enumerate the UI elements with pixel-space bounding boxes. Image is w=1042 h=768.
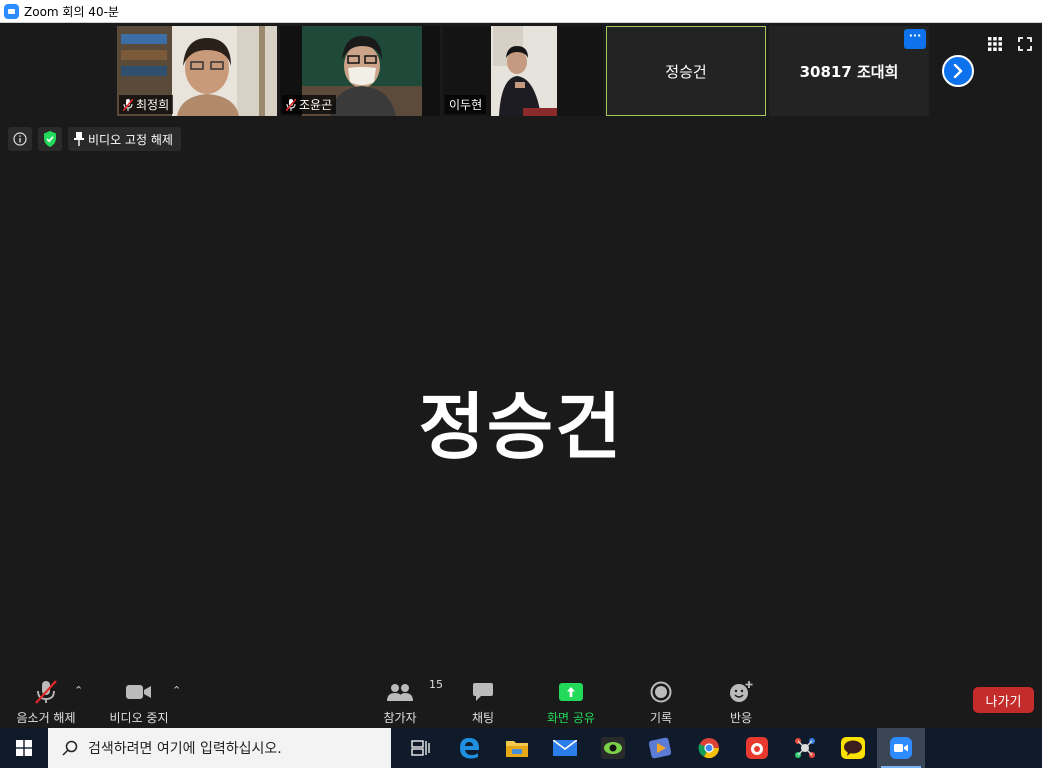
- taskbar-zoom[interactable]: [877, 728, 925, 768]
- smiley-plus-icon: [730, 681, 753, 702]
- windows-logo-icon: [16, 740, 32, 756]
- shield-check-icon: [44, 131, 56, 147]
- task-view-icon: [411, 740, 430, 756]
- taskbar-chrome[interactable]: [685, 728, 733, 768]
- taskbar-app-red[interactable]: [733, 728, 781, 768]
- next-page-button[interactable]: [942, 55, 974, 87]
- taskbar-kakaotalk[interactable]: [829, 728, 877, 768]
- more-options-button[interactable]: ···: [904, 29, 926, 49]
- meeting-toolbar: 음소거 해제 ⌃ 비디오 중지 ⌃ 15 참가자 채팅 화면 공유 기록 반응 …: [0, 674, 1042, 728]
- taskbar-mail[interactable]: [541, 728, 589, 768]
- recorder-app-icon: [746, 737, 768, 759]
- taskbar-file-explorer[interactable]: [493, 728, 541, 768]
- unmute-button[interactable]: 음소거 해제: [10, 674, 82, 728]
- mail-icon: [553, 740, 577, 756]
- muted-mic-icon: [123, 98, 133, 111]
- chat-button[interactable]: 채팅: [455, 674, 511, 728]
- zoom-app-icon: [4, 3, 19, 19]
- view-controls: [988, 37, 1032, 51]
- participant-tile[interactable]: 30817 조대희 ···: [769, 26, 929, 116]
- search-icon: [62, 740, 78, 756]
- active-speaker-name: 정승건: [418, 385, 624, 469]
- meeting-info-button[interactable]: [8, 127, 32, 151]
- record-button[interactable]: 기록: [633, 674, 689, 728]
- encryption-button[interactable]: [38, 127, 62, 151]
- chat-icon: [473, 683, 493, 701]
- participant-name: 30817 조대희: [799, 62, 899, 81]
- participant-tile-active[interactable]: 정승건: [606, 26, 766, 116]
- taskbar-app-video[interactable]: [637, 728, 685, 768]
- video-options-chevron-up-icon[interactable]: ⌃: [172, 684, 181, 697]
- muted-mic-icon: [286, 98, 296, 111]
- participant-name-label: 조윤곤: [282, 95, 337, 114]
- stop-video-button[interactable]: 비디오 중지: [104, 674, 174, 728]
- eye-app-icon: [601, 737, 625, 759]
- zoom-app-icon: [890, 737, 912, 759]
- kakaotalk-icon: [841, 737, 865, 759]
- participant-name-label: 최정희: [119, 95, 174, 114]
- taskbar-edge[interactable]: [445, 728, 493, 768]
- participant-name: 정승건: [665, 62, 707, 81]
- participant-tile[interactable]: 이두현: [443, 26, 603, 116]
- thumbnail-strip: 최정희 조윤곤 이두현 정승건 30817 조대희 ···: [117, 26, 932, 116]
- meeting-info-bar: 비디오 고정 해제: [8, 127, 181, 151]
- share-screen-icon: [559, 683, 583, 701]
- video-editor-icon: [649, 737, 672, 759]
- muted-mic-icon: [35, 680, 57, 704]
- participants-button[interactable]: 15 참가자: [370, 674, 443, 728]
- task-view-button[interactable]: [397, 728, 445, 768]
- unpin-video-button[interactable]: 비디오 고정 해제: [68, 127, 181, 151]
- info-icon: [13, 132, 27, 146]
- taskbar-app-eye[interactable]: [589, 728, 637, 768]
- taskbar-apps: [397, 728, 925, 768]
- taskbar-search-box[interactable]: 검색하려면 여기에 입력하십시오.: [48, 728, 391, 768]
- gallery-view-icon[interactable]: [988, 37, 1002, 51]
- start-button[interactable]: [0, 728, 48, 768]
- chrome-browser-icon: [698, 738, 720, 759]
- record-icon: [650, 681, 672, 703]
- window-title: Zoom 회의 40-분: [24, 4, 119, 19]
- edge-browser-icon: [460, 738, 479, 759]
- search-placeholder: 검색하려면 여기에 입력하십시오.: [88, 741, 282, 757]
- participant-name-label: 이두현: [445, 95, 487, 114]
- participant-tile[interactable]: 최정희: [117, 26, 277, 116]
- fullscreen-icon[interactable]: [1018, 37, 1032, 51]
- windows-taskbar: 검색하려면 여기에 입력하십시오.: [0, 728, 1042, 768]
- taskbar-app-network[interactable]: [781, 728, 829, 768]
- video-camera-icon: [126, 685, 151, 699]
- folder-icon: [506, 741, 528, 757]
- pin-icon: [74, 132, 84, 146]
- chevron-right-icon: [953, 64, 963, 78]
- participants-count-badge: 15: [429, 678, 443, 691]
- reactions-button[interactable]: 반응: [713, 674, 769, 728]
- network-app-icon: [795, 738, 815, 758]
- title-bar: Zoom 회의 40-분: [0, 0, 1042, 23]
- meeting-area: 최정희 조윤곤 이두현 정승건 30817 조대희 ··· 비디오 고정 해제 …: [0, 23, 1042, 728]
- audio-options-chevron-up-icon[interactable]: ⌃: [74, 684, 83, 697]
- participants-icon: [387, 684, 413, 701]
- share-screen-button[interactable]: 화면 공유: [540, 674, 602, 728]
- participant-tile[interactable]: 조윤곤: [280, 26, 440, 116]
- leave-meeting-button[interactable]: 나가기: [973, 687, 1034, 713]
